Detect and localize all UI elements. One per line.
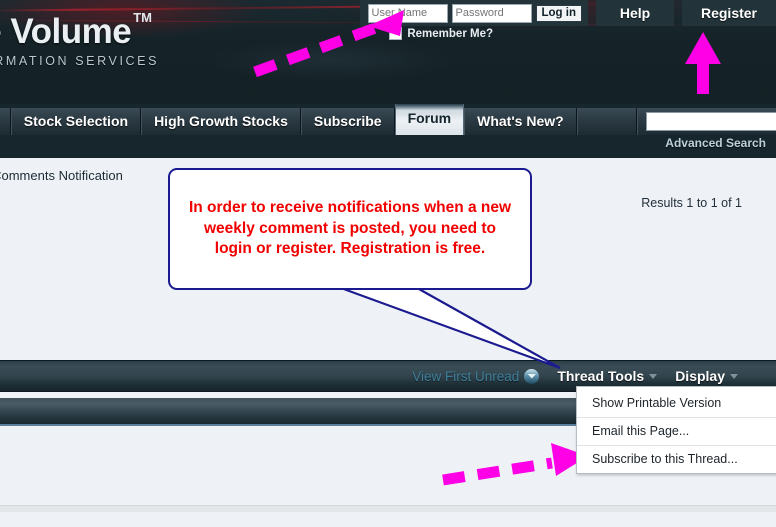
chevron-down-icon bbox=[649, 373, 658, 379]
thread-tools-label: Thread Tools bbox=[557, 368, 645, 384]
menu-item-email-this-page[interactable]: Email this Page... bbox=[577, 418, 776, 446]
login-button[interactable]: Log in bbox=[535, 4, 582, 22]
thread-tools-dropdown: Show Printable Version Email this Page..… bbox=[576, 386, 776, 474]
view-first-unread-label: View First Unread bbox=[412, 368, 520, 384]
view-first-unread-link[interactable]: View First Unread bbox=[412, 368, 540, 384]
unread-arrow-icon bbox=[524, 368, 540, 384]
nav-tab-subscribe[interactable]: Subscribe bbox=[300, 108, 395, 135]
password-input[interactable] bbox=[451, 3, 532, 23]
nav-tab-home[interactable]: e bbox=[0, 108, 11, 135]
page-root: ive VolumeTM INFORMATION SERVICES Log in… bbox=[0, 0, 776, 527]
site-header: ive VolumeTM INFORMATION SERVICES Log in… bbox=[0, 0, 776, 104]
results-count: Results 1 to 1 of 1 bbox=[641, 196, 742, 210]
advanced-search-link[interactable]: Advanced Search bbox=[665, 136, 766, 150]
register-button[interactable]: Register bbox=[682, 0, 776, 26]
nav-tab-whats-new[interactable]: What's New? bbox=[464, 108, 577, 135]
main-navigation: e Stock Selection High Growth Stocks Sub… bbox=[0, 104, 776, 135]
chevron-down-icon bbox=[730, 373, 738, 379]
login-form: Log in bbox=[359, 0, 588, 26]
footer-divider bbox=[0, 505, 776, 512]
annotation-callout: In order to receive notifications when a… bbox=[168, 168, 532, 290]
nav-search-cell bbox=[636, 108, 776, 135]
remember-me-row[interactable]: Remember Me? bbox=[389, 27, 493, 40]
login-row: Log in Help Register bbox=[359, 0, 776, 26]
site-logo[interactable]: ive VolumeTM INFORMATION SERVICES bbox=[0, 10, 294, 68]
breadcrumb[interactable]: y Comments Notification bbox=[0, 168, 123, 183]
nav-spacer bbox=[576, 108, 637, 135]
display-label: Display bbox=[675, 368, 725, 384]
advanced-search-bar: Advanced Search bbox=[0, 135, 776, 158]
logo-main-text: ive Volume bbox=[0, 12, 132, 51]
menu-item-show-printable-version[interactable]: Show Printable Version bbox=[577, 390, 776, 418]
help-button[interactable]: Help bbox=[596, 0, 674, 26]
annotation-callout-text: In order to receive notifications when a… bbox=[188, 199, 512, 258]
remember-me-label: Remember Me? bbox=[407, 27, 493, 40]
logo-subtitle: INFORMATION SERVICES bbox=[0, 54, 160, 68]
nav-tab-stock-selection[interactable]: Stock Selection bbox=[10, 108, 142, 135]
menu-item-subscribe-to-this-thread[interactable]: Subscribe to this Thread... bbox=[577, 446, 776, 473]
trademark-symbol: TM bbox=[133, 10, 152, 25]
username-input[interactable] bbox=[367, 3, 448, 23]
nav-tab-forum[interactable]: Forum bbox=[394, 104, 465, 135]
thread-tools-menu[interactable]: Thread Tools bbox=[557, 368, 658, 384]
search-input[interactable] bbox=[645, 112, 776, 131]
nav-tab-high-growth-stocks[interactable]: High Growth Stocks bbox=[141, 108, 301, 135]
display-menu[interactable]: Display bbox=[675, 368, 738, 384]
remember-me-checkbox[interactable] bbox=[389, 27, 403, 40]
